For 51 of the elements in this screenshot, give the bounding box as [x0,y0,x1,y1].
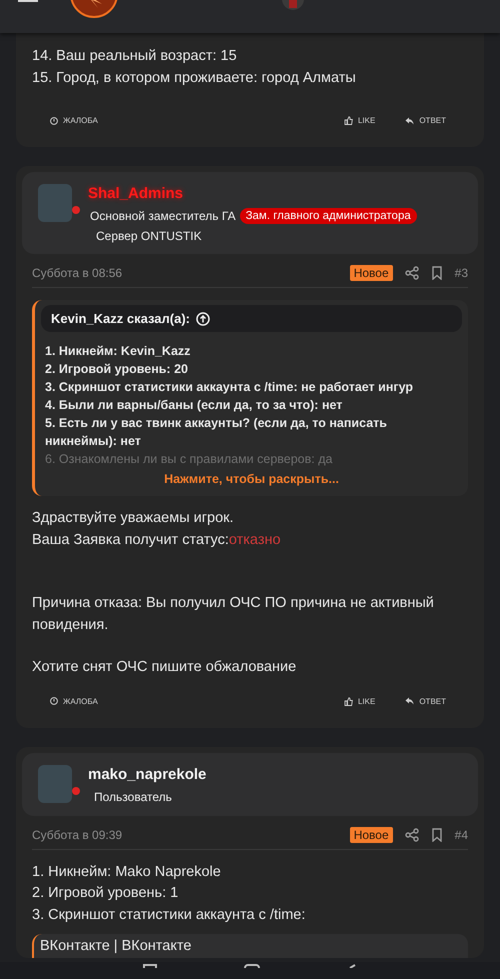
new-badge: Новое [350,826,393,842]
post-date[interactable]: Суббота в 08:56 [32,266,122,280]
warning-icon [50,697,58,705]
like-link[interactable]: LIKE [344,116,376,125]
quote-author-link[interactable]: Kevin_Kazz сказал(а): [51,311,190,326]
status-text: отказно [228,530,281,550]
share-icon[interactable] [404,828,419,842]
post-date[interactable]: Суббота в 09:39 [32,828,122,842]
warning-icon [50,116,58,124]
share-icon[interactable] [404,266,419,280]
quote-line: 5. Есть ли у вас твинк аккаунты? (если да, то написать никнеймы): нет [45,415,388,450]
quote-line: 2. Игровой уровень: 20 [45,361,189,378]
body-text: 15. Город, в котором проживаете: город Алматы [32,68,357,88]
arrow-up-circle-icon[interactable] [196,312,210,326]
bookmark-icon[interactable] [430,266,443,280]
quote-line: 4. Были ли варны/баны (если да, то за что): нет [45,397,344,414]
post-number-link[interactable]: #4 [454,828,468,842]
role-badge: Зам. главного администратора [240,208,417,224]
report-link[interactable]: ЖАЛОБА [50,116,98,125]
body-text: 3. Скриншот статистики аккаунта с /time: [32,906,306,924]
body-text: Ваша Заявка получит статус: [32,530,229,550]
quote-line: 3. Скриншот статистики аккаунта с /time: не работает ингур [45,379,414,396]
thumbs-up-icon [344,696,353,706]
reply-link[interactable]: ОТВЕТ [405,696,446,706]
username-link[interactable]: mako_naprekole [88,764,206,784]
reply-link[interactable]: ОТВЕТ [405,116,446,125]
report-link[interactable]: ЖАЛОБА [50,696,98,706]
body-text: Здраствуйте уважаемы игрок. [32,509,235,528]
expand-link[interactable]: Нажмите, чтобы раскрыть... [35,472,468,486]
new-badge: Новое [350,265,393,281]
like-link[interactable]: LIKE [344,696,376,706]
body-text: 1. Никнейм: Mako Naprekole [32,862,222,882]
body-text: 2. Игровой уровень: 1 [32,884,180,903]
thumbs-up-icon [344,116,353,125]
body-text: Хотите снят ОЧС пишите обжалование [32,658,298,677]
user-title: Пользователь [93,788,172,806]
reply-arrow-icon [405,116,414,124]
home-icon[interactable] [244,962,260,968]
link-preview[interactable]: ВКонтакте | ВКонтакте [32,934,468,958]
recent-apps-icon[interactable] [143,962,158,968]
reply-arrow-icon [405,697,414,705]
quote-line: 6. Ознакомлены ли вы с правилами серверов: да [45,451,334,468]
quote-line: 1. Никнейм: Kevin_Kazz [45,343,192,360]
body-text: 14. Ваш реальный возраст: 15 [32,47,238,66]
user-title: Основной заместитель ГА [89,208,236,225]
body-text: Причина отказа: Вы получил ОЧС ПО причина не активный повидения. [32,594,435,634]
server-label: Сервер ONTUSTIK [96,228,203,244]
logo-icon[interactable] [70,0,118,18]
menu-icon[interactable] [18,0,38,4]
bookmark-icon[interactable] [430,828,443,842]
post-number-link[interactable]: #3 [454,266,468,280]
